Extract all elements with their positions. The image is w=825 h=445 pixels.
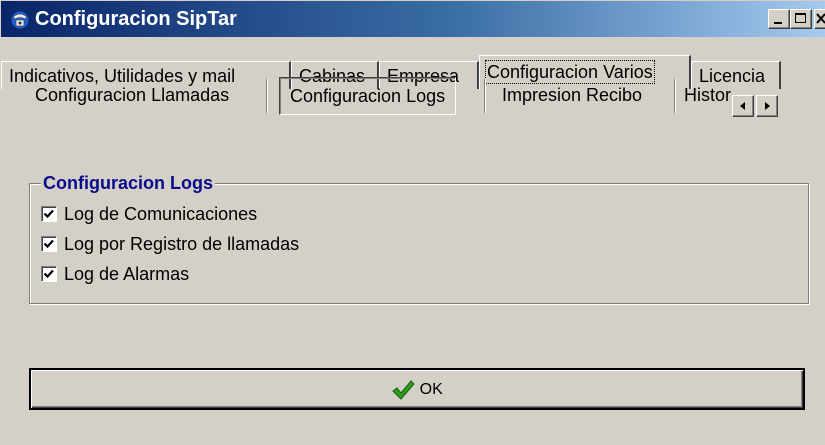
option-label: Log por Registro de llamadas xyxy=(64,234,300,254)
minimize-icon xyxy=(774,22,782,24)
close-button[interactable] xyxy=(814,9,825,29)
subtab-label: Impresion Recibo xyxy=(502,85,643,105)
checkmark-icon xyxy=(43,269,54,279)
checkmark-icon xyxy=(392,380,415,400)
subtab-separator xyxy=(484,79,486,113)
subtab-label: Configuracion Llamadas xyxy=(35,85,230,105)
window-title: Configuracion SipTar xyxy=(35,8,237,30)
scroll-right-button[interactable] xyxy=(756,95,778,117)
ok-button[interactable]: OK xyxy=(29,368,805,410)
subtab-label: Configuracion Logs xyxy=(290,86,446,106)
telephone-icon xyxy=(10,10,30,30)
checkbox[interactable] xyxy=(41,266,57,282)
ok-label: OK xyxy=(419,381,443,398)
scroll-left-button[interactable] xyxy=(732,95,754,117)
subtab-configuracion-llamadas[interactable]: Configuracion Llamadas xyxy=(35,75,229,115)
subtab-historico[interactable]: Histori xyxy=(684,75,732,115)
minimize-button[interactable] xyxy=(768,9,790,29)
arrow-right-icon xyxy=(765,102,770,110)
arrow-left-icon xyxy=(740,102,745,110)
subtab-impresion-recibo[interactable]: Impresion Recibo xyxy=(502,75,642,115)
group-title: Configuracion Logs xyxy=(41,171,215,195)
subtab-label: Histori xyxy=(684,85,732,105)
checkmark-icon xyxy=(43,209,54,219)
subtab-separator xyxy=(266,79,268,113)
option-label: Log de Comunicaciones xyxy=(64,204,258,224)
subtab-configuracion-logs[interactable]: Configuracion Logs xyxy=(279,77,457,115)
checkbox[interactable] xyxy=(41,236,57,252)
close-icon xyxy=(816,13,825,24)
option-label: Log de Alarmas xyxy=(64,264,190,284)
maximize-button[interactable] xyxy=(790,9,812,29)
title-bar[interactable]: Configuracion SipTar xyxy=(1,1,825,37)
config-window: Configuracion SipTar Indicativos, Utilid… xyxy=(0,0,825,445)
maximize-icon xyxy=(795,13,806,23)
checkbox[interactable] xyxy=(41,206,57,222)
checkmark-icon xyxy=(43,239,54,249)
subtab-separator xyxy=(674,79,676,113)
